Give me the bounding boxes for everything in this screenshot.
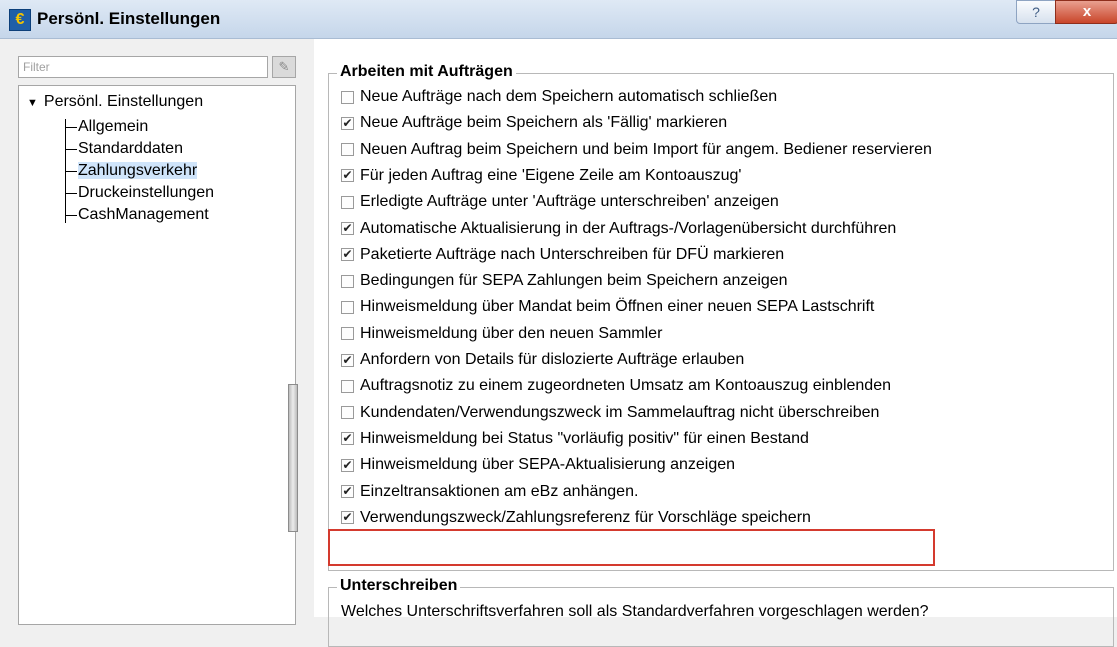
option-label: Hinweismeldung über den neuen Sammler <box>360 324 663 342</box>
filter-field[interactable] <box>18 56 268 78</box>
option-label: Kundendaten/Verwendungszweck im Sammelau… <box>360 403 880 421</box>
checkbox-unchecked[interactable] <box>341 406 354 420</box>
window-title: Persönl. Einstellungen <box>37 9 221 28</box>
checkbox-unchecked[interactable] <box>341 300 354 314</box>
option-label: Neue Aufträge nach dem Speichern automat… <box>360 88 778 105</box>
option-row[interactable]: ✔ Neue Aufträge beim Speichern als 'Fälli… <box>341 110 727 136</box>
expand-arrow-icon[interactable]: ▼ <box>27 97 38 109</box>
option-label: Verwendungszweck/Zahlungsreferenz für Vo… <box>360 508 811 526</box>
option-label: Auftragsnotiz zu einem zugeordneten Umsa… <box>360 377 891 395</box>
option-row[interactable]: Neuen Auftrag beim Speichern und beim Im… <box>341 137 932 163</box>
option-label: Anfordern von Details für dislozierte Au… <box>360 351 745 368</box>
option-row[interactable]: ✔ Anfordern von Details für dislozierte A… <box>341 347 744 373</box>
option-row[interactable]: ✔ Paketierte Aufträge nach Unterschreiben… <box>341 242 784 268</box>
tree-root-item[interactable]: ▼ Persönl. Einstellungen <box>27 93 203 111</box>
checkbox-checked[interactable]: ✔ <box>341 169 354 183</box>
group-title-unterschreiben: Unterschreiben <box>337 577 461 595</box>
option-label: Automatische Aktualisierung in der Auftr… <box>360 219 897 237</box>
option-label: Erledigte Aufträge unter 'Aufträge unter… <box>360 193 779 211</box>
group-title: Arbeiten mit Aufträgen <box>337 63 516 81</box>
checkbox-checked[interactable]: ✔ <box>341 511 354 525</box>
title-bar: € Persönl. Einstellungen ? x <box>0 0 1117 39</box>
pane-splitter[interactable] <box>300 39 314 617</box>
checkbox-unchecked[interactable] <box>341 143 354 157</box>
option-label: Paketierte Aufträge nach Unterschreiben … <box>360 245 785 263</box>
settings-tree: ▼ Persönl. Einstellungen Allgemein Standa… <box>18 85 296 625</box>
help-button[interactable]: ? <box>1016 0 1056 24</box>
checkbox-checked[interactable]: ✔ <box>341 458 354 472</box>
option-row[interactable]: Auftragsnotiz zu einem zugeordneten Umsa… <box>341 373 891 399</box>
option-label: Bedingungen für SEPA Zahlungen beim Spei… <box>360 272 788 290</box>
option-label: Neue Aufträge beim Speichern als 'Fällig… <box>360 114 728 132</box>
close-button[interactable]: x <box>1055 0 1117 24</box>
option-label: Für jeden Auftrag eine 'Eigene Zeile am … <box>360 166 742 184</box>
option-row[interactable]: ✔ Für jeden Auftrag eine 'Eigene Zeile am… <box>341 163 741 189</box>
option-row[interactable]: Erledigte Aufträge unter 'Aufträge unter… <box>341 189 779 215</box>
option-label: Einzeltransaktionen am eBz anhängen. <box>360 482 639 500</box>
option-row[interactable]: Hinweismeldung über Mandat beim Öffnen e… <box>341 294 874 320</box>
checkbox-checked[interactable]: ✔ <box>341 248 354 262</box>
filter-input[interactable] <box>19 57 267 77</box>
option-row[interactable]: Hinweismeldung über den neuen Sammler <box>341 321 662 347</box>
checkbox-checked[interactable]: ✔ <box>341 485 354 498</box>
option-label: Neuen Auftrag beim Speichern und beim Im… <box>360 140 932 158</box>
option-label: Hinweismeldung bei Status "vorläufig pos… <box>360 429 809 447</box>
option-row[interactable]: ✔ Verwendungszweck/Zahlungsreferenz für V… <box>341 505 811 531</box>
settings-panel: Arbeiten mit Aufträgen Neue Aufträge nac… <box>314 39 1117 647</box>
app-icon: € <box>9 9 31 31</box>
option-row[interactable]: Kundendaten/Verwendungszweck im Sammelau… <box>341 400 879 426</box>
option-label: Hinweismeldung über Mandat beim Öffnen e… <box>360 298 875 316</box>
tree-item-zahlungsverkehr[interactable]: Zahlungsverkehr <box>65 160 198 182</box>
option-row[interactable]: ✔ Automatische Aktualisierung in der Auft… <box>341 216 896 242</box>
navigation-pane: ✎ ▼Persönl. Einstellungen Allgemein Stan… <box>0 39 300 625</box>
option-row[interactable]: ✔ Einzeltransaktionen am eBz anhängen. <box>341 479 638 505</box>
checkbox-checked[interactable]: ✔ <box>341 432 354 446</box>
checkbox-unchecked[interactable] <box>341 195 354 209</box>
checkbox-checked[interactable]: ✔ <box>341 353 354 367</box>
tree-item-cashmanagement[interactable]: CashManagement <box>65 204 209 226</box>
tree-item-allgemein[interactable]: Allgemein <box>65 116 148 138</box>
clear-filter-icon[interactable]: ✎ <box>272 56 296 78</box>
tree-item-druckeinstellungen[interactable]: Druckeinstellungen <box>65 182 214 204</box>
signature-question: Welches Unterschriftsverfahren soll als … <box>341 603 929 620</box>
option-row[interactable]: ✔ Hinweismeldung bei Status "vorläufig po… <box>341 426 809 452</box>
checkbox-checked[interactable]: ✔ <box>341 116 354 130</box>
checkbox-unchecked[interactable] <box>341 379 354 393</box>
option-row[interactable]: Bedingungen für SEPA Zahlungen beim Spei… <box>341 268 788 294</box>
tree-item-standarddaten[interactable]: Standarddaten <box>65 138 183 160</box>
checkbox-unchecked[interactable] <box>341 90 354 104</box>
option-row[interactable]: ✔ Hinweismeldung über SEPA-Aktualisierung… <box>341 452 735 478</box>
highlight-box <box>328 529 935 566</box>
option-row[interactable]: Neue Aufträge nach dem Speichern automat… <box>341 84 777 110</box>
checkbox-checked[interactable]: ✔ <box>341 222 354 235</box>
group-arbeiten-mit-auftraegen: Arbeiten mit Aufträgen Neue Aufträge nac… <box>328 63 1114 571</box>
option-label: Hinweismeldung über SEPA-Aktualisierung … <box>360 456 736 474</box>
checkbox-unchecked[interactable] <box>341 274 354 288</box>
splitter-grip-handle[interactable] <box>288 384 298 532</box>
group-unterschreiben: Unterschreiben Welches Unterschriftsverf… <box>328 577 1114 647</box>
checkbox-unchecked[interactable] <box>341 327 354 341</box>
